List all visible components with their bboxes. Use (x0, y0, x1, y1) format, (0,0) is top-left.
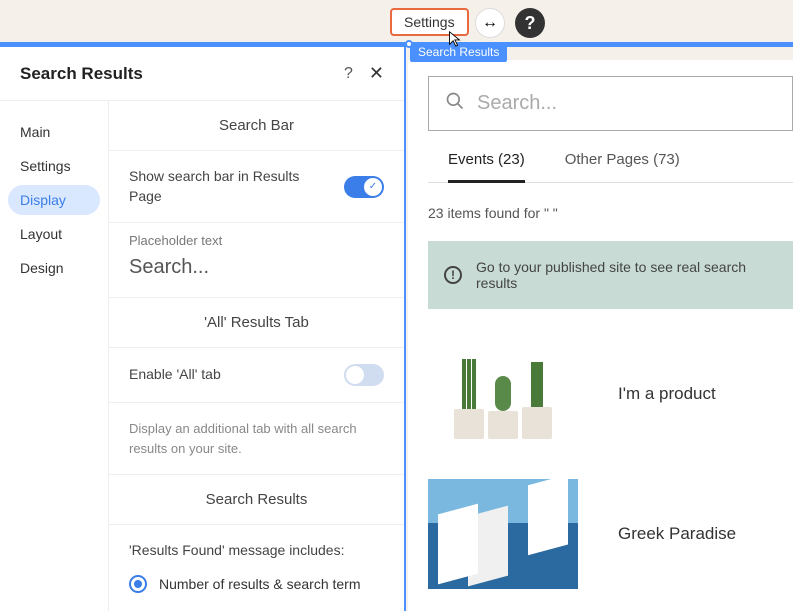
side-nav: Main Settings Display Layout Design (0, 101, 108, 611)
result-thumb-cactus (428, 339, 578, 449)
tab-events[interactable]: Events (23) (448, 151, 525, 183)
result-item[interactable]: I'm a product (428, 339, 793, 449)
placeholder-label: Placeholder text (129, 233, 384, 248)
result-title: I'm a product (618, 384, 716, 404)
search-box[interactable]: Search... (428, 76, 793, 131)
publish-notice: ! Go to your published site to see real … (428, 241, 793, 309)
result-title: Greek Paradise (618, 524, 736, 544)
nav-settings[interactable]: Settings (8, 151, 100, 181)
show-search-bar-toggle[interactable]: ✓ (344, 176, 384, 198)
nav-design[interactable]: Design (8, 253, 100, 283)
radio-number-and-term-label: Number of results & search term (159, 576, 361, 592)
section-all-tab-title: 'All' Results Tab (109, 298, 404, 348)
notice-text: Go to your published site to see real se… (476, 259, 777, 291)
nav-layout[interactable]: Layout (8, 219, 100, 249)
tab-other-pages[interactable]: Other Pages (73) (565, 151, 680, 183)
help-button[interactable]: ? (515, 8, 545, 38)
nav-main[interactable]: Main (8, 117, 100, 147)
preview-pane: Search... Events (23) Other Pages (73) 2… (408, 60, 793, 611)
enable-all-tab-toggle[interactable] (344, 364, 384, 386)
section-search-bar-title: Search Bar (109, 101, 404, 151)
close-icon[interactable]: ✕ (369, 63, 384, 84)
top-toolbar: Settings ↔ ? (0, 0, 793, 42)
settings-button[interactable]: Settings (390, 8, 469, 36)
result-tabs: Events (23) Other Pages (73) (428, 151, 793, 183)
search-icon (445, 91, 465, 116)
results-found-msg-label: 'Results Found' message includes: (129, 541, 384, 561)
result-thumb-greece (428, 479, 578, 589)
show-search-bar-label: Show search bar in Results Page (129, 167, 309, 206)
radio-number-and-term[interactable] (129, 575, 147, 593)
panel-content: Search Bar Show search bar in Results Pa… (108, 101, 404, 611)
panel-header: Search Results ? ✕ (0, 47, 404, 101)
settings-panel: Search Results ? ✕ Main Settings Display… (0, 47, 406, 611)
swap-button[interactable]: ↔ (475, 8, 505, 38)
placeholder-input[interactable]: Search... (129, 256, 384, 279)
info-icon: ! (444, 266, 462, 284)
all-tab-description: Display an additional tab with all searc… (129, 419, 384, 458)
search-placeholder: Search... (477, 92, 557, 115)
section-search-results-title: Search Results (109, 475, 404, 525)
nav-display[interactable]: Display (8, 185, 100, 215)
items-found-text: 23 items found for " " (428, 205, 793, 221)
panel-help-icon[interactable]: ? (344, 65, 353, 83)
result-item[interactable]: Greek Paradise (428, 479, 793, 589)
panel-title: Search Results (20, 64, 143, 84)
selection-label: Search Results (410, 42, 507, 62)
selection-handle[interactable] (405, 40, 413, 48)
enable-all-tab-label: Enable 'All' tab (129, 365, 221, 385)
